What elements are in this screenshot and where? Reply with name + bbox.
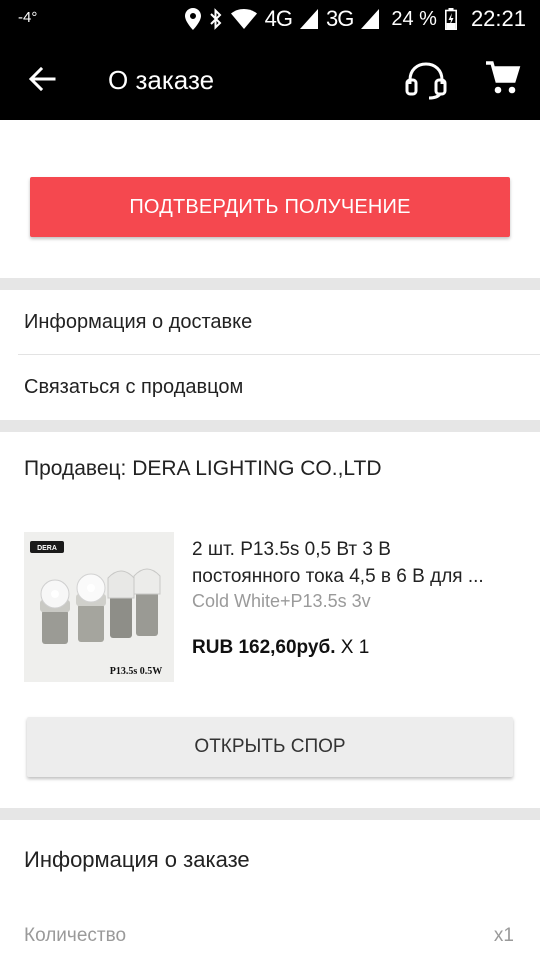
product-title[interactable]: 2 шт. P13.5s 0,5 Вт 3 В постоянного тока… bbox=[192, 536, 520, 590]
cart-icon[interactable] bbox=[484, 60, 522, 98]
wifi-icon bbox=[230, 9, 257, 29]
page-title: О заказе bbox=[108, 65, 215, 95]
bluetooth-icon bbox=[209, 8, 223, 30]
product-variant: Cold White+P13.5s 3v bbox=[192, 591, 371, 611]
product-title-line-2: постоянного тока 4,5 в 6 В для ... bbox=[192, 566, 484, 587]
network-3g-label: 3G bbox=[325, 6, 354, 31]
battery-charging-icon bbox=[444, 8, 457, 30]
network-4g-label: 4G bbox=[264, 6, 293, 31]
order-card: Продавец: DERA LIGHTING CO.,LTD DERA P13… bbox=[0, 432, 540, 808]
battery-percent: 24 % bbox=[391, 7, 437, 30]
product-quantity: X 1 bbox=[340, 637, 370, 658]
quantity-value: x1 bbox=[493, 925, 514, 946]
quantity-label: Количество bbox=[24, 925, 127, 946]
contact-seller-link[interactable]: Связаться с продавцом bbox=[0, 355, 540, 420]
location-icon bbox=[184, 8, 201, 30]
delivery-info-link[interactable]: Информация о доставке bbox=[0, 290, 540, 355]
product-price: RUB 162,60руб. bbox=[192, 637, 336, 658]
product-price-row: RUB 162,60руб. X 1 bbox=[192, 637, 369, 659]
links-card: Информация о доставке Связаться с продав… bbox=[0, 290, 540, 420]
image-brand-label: DERA bbox=[37, 545, 57, 552]
clock: 22:21 bbox=[470, 6, 526, 31]
image-model-label: P13.5s 0.5W bbox=[110, 666, 163, 677]
support-headset-icon[interactable] bbox=[404, 60, 448, 100]
status-bar: -4° 4G 3G 24 % 22:21 bbox=[0, 0, 540, 38]
order-info-card: Информация о заказе Количество x1 bbox=[0, 820, 540, 960]
seller-name[interactable]: Продавец: DERA LIGHTING CO.,LTD bbox=[24, 457, 382, 481]
signal-icon-2 bbox=[361, 9, 380, 29]
app-bar: О заказе bbox=[0, 38, 540, 120]
signal-icon-1 bbox=[299, 9, 318, 29]
confirm-receipt-button[interactable]: ПОДТВЕРДИТЬ ПОЛУЧЕНИЕ bbox=[30, 177, 510, 237]
product-title-line-1: 2 шт. P13.5s 0,5 Вт 3 В bbox=[192, 539, 391, 560]
temperature-indicator: -4° bbox=[18, 9, 38, 26]
status-icons: 4G 3G 24 % 22:21 bbox=[184, 5, 526, 33]
open-dispute-button[interactable]: ОТКРЫТЬ СПОР bbox=[27, 717, 513, 777]
product-image[interactable]: DERA P13.5s 0.5W bbox=[24, 532, 174, 682]
order-info-title: Информация о заказе bbox=[24, 847, 250, 872]
back-arrow-icon[interactable] bbox=[26, 63, 58, 95]
confirm-card: ПОДТВЕРДИТЬ ПОЛУЧЕНИЕ bbox=[0, 120, 540, 278]
